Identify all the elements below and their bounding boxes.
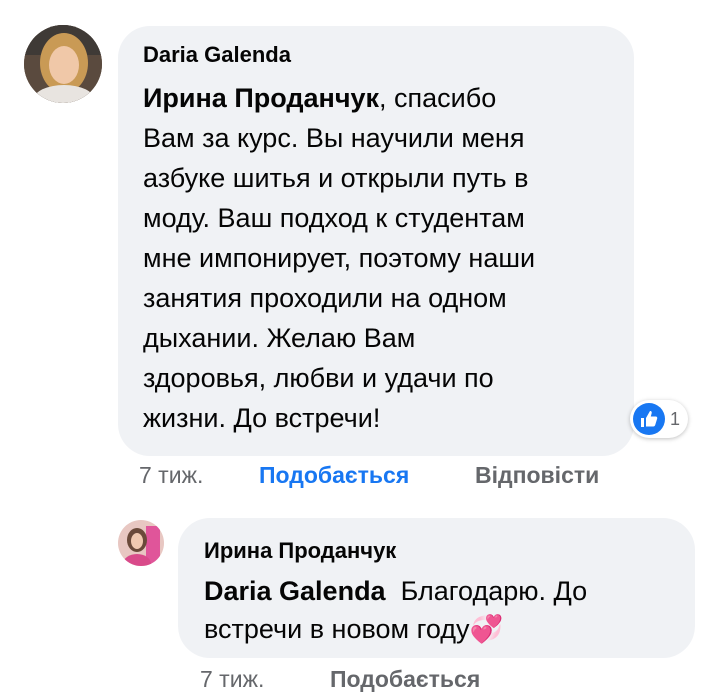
avatar-irina[interactable]: [118, 520, 164, 566]
comment-time[interactable]: 7 тиж.: [139, 462, 203, 489]
comment-line-1: , спасибо: [379, 83, 497, 113]
reply-bubble: Ирина Проданчук Daria Galenda Благодарю.…: [178, 518, 695, 658]
hearts-emoji-icon: 💞: [469, 614, 504, 644]
avatar-daria[interactable]: [24, 25, 102, 103]
comment-text: Ирина Проданчук, спасибо Вам за курс. Вы…: [143, 78, 623, 438]
reply-text: Daria Galenda Благодарю. До встречи в но…: [204, 572, 684, 648]
comment-line-8: здоровья, любви и удачи по: [143, 363, 494, 393]
comment-line-4: моду. Ваш подход к студентам: [143, 203, 525, 233]
reply-line-2: встречи в новом году: [204, 614, 470, 644]
comment-author[interactable]: Daria Galenda: [143, 42, 291, 68]
comment-line-9: жизни. До встречи!: [143, 403, 381, 433]
reply-like-button[interactable]: Подобається: [330, 666, 480, 693]
comment-line-6: занятия проходили на одном: [143, 283, 507, 313]
like-icon: [633, 403, 665, 435]
reply-line-1: Благодарю. До: [400, 576, 588, 606]
like-button[interactable]: Подобається: [259, 462, 409, 489]
reaction-count: 1: [670, 408, 681, 429]
comment-line-2: Вам за курс. Вы научили меня: [143, 123, 525, 153]
reaction-count-pill[interactable]: 1: [630, 400, 689, 438]
comment-mention[interactable]: Ирина Проданчук: [143, 83, 379, 113]
comment-line-7: дыхании. Желаю Вам: [143, 323, 416, 353]
reply-author[interactable]: Ирина Проданчук: [204, 538, 396, 564]
reply-button[interactable]: Відповісти: [475, 462, 599, 489]
comment-bubble: Daria Galenda Ирина Проданчук, спасибо В…: [118, 26, 634, 456]
avatar-photo-icon: [24, 25, 102, 103]
reply-mention[interactable]: Daria Galenda: [204, 576, 386, 606]
comment-line-3: азбуке шитья и открыли путь в: [143, 163, 529, 193]
avatar-photo-icon: [118, 520, 164, 566]
reply-time[interactable]: 7 тиж.: [200, 666, 264, 693]
comment-line-5: мне импонирует, поэтому наши: [143, 243, 536, 273]
